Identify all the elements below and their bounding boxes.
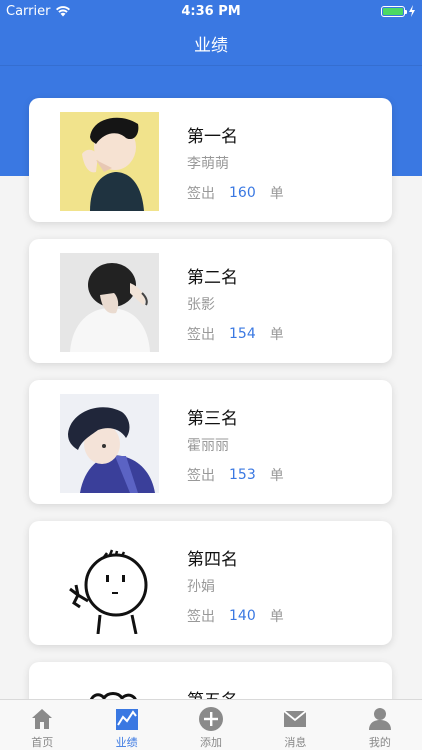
- ranking-card[interactable]: 第一名 李萌萌 签出 160 单: [29, 98, 392, 222]
- ranking-card[interactable]: 第二名 张影 签出 154 单: [29, 239, 392, 363]
- avatar: [60, 535, 159, 634]
- tab-performance[interactable]: 业绩: [84, 700, 168, 750]
- tab-messages[interactable]: 消息: [253, 700, 337, 750]
- battery-icon: [381, 5, 407, 17]
- avatar: [60, 253, 159, 352]
- chart-icon: [115, 709, 138, 730]
- status-bar: Carrier 4:36 PM: [0, 0, 422, 22]
- wifi-icon: [56, 6, 71, 17]
- tab-profile[interactable]: 我的: [338, 700, 422, 750]
- order-count: 154: [229, 326, 256, 342]
- stats-line: 签出 153 单: [187, 465, 284, 485]
- stats-unit: 单: [269, 186, 284, 202]
- tab-label: 我的: [368, 736, 391, 749]
- stats-line: 签出 140 单: [187, 606, 284, 626]
- ranking-card[interactable]: 第四名 孙娟 签出 140 单: [29, 521, 392, 645]
- order-count: 140: [229, 608, 256, 624]
- rank-title: 第一名: [187, 127, 238, 147]
- stats-unit: 单: [269, 609, 284, 625]
- stats-line: 签出 160 单: [187, 183, 284, 203]
- tab-home[interactable]: 首页: [0, 700, 84, 750]
- person-name: 张影: [187, 297, 215, 313]
- tab-label: 首页: [31, 736, 54, 749]
- navigation-bar: 业绩: [0, 22, 422, 66]
- stats-unit: 单: [269, 327, 284, 343]
- stats-label: 签出: [187, 468, 215, 484]
- rank-title: 第二名: [187, 268, 238, 288]
- rank-title: 第四名: [187, 550, 238, 570]
- add-icon: [199, 707, 224, 731]
- home-icon: [32, 709, 53, 729]
- stats-label: 签出: [187, 327, 215, 343]
- person-name: 孙娟: [187, 579, 215, 595]
- order-count: 153: [229, 467, 256, 483]
- stats-label: 签出: [187, 609, 215, 625]
- stats-unit: 单: [269, 468, 284, 484]
- mail-icon: [283, 710, 307, 727]
- tab-bar: 首页 业绩 添加 消息 我的: [0, 699, 422, 750]
- order-count: 160: [229, 185, 256, 201]
- carrier-label: Carrier: [6, 3, 51, 19]
- charging-icon: [409, 5, 415, 17]
- avatar: [60, 394, 159, 493]
- ranking-card[interactable]: 第三名 霍丽丽 签出 153 单: [29, 380, 392, 504]
- person-name: 霍丽丽: [187, 438, 229, 454]
- stats-line: 签出 154 单: [187, 324, 284, 344]
- tab-label: 业绩: [115, 736, 138, 749]
- rank-title: 第三名: [187, 409, 238, 429]
- tab-add[interactable]: 添加: [169, 700, 253, 750]
- page-title: 业绩: [194, 36, 228, 56]
- user-icon: [368, 708, 391, 730]
- person-name: 李萌萌: [187, 156, 229, 172]
- stats-label: 签出: [187, 186, 215, 202]
- tab-label: 消息: [284, 736, 307, 749]
- tab-label: 添加: [200, 736, 223, 749]
- status-time: 4:36 PM: [181, 3, 241, 19]
- avatar: [60, 112, 159, 211]
